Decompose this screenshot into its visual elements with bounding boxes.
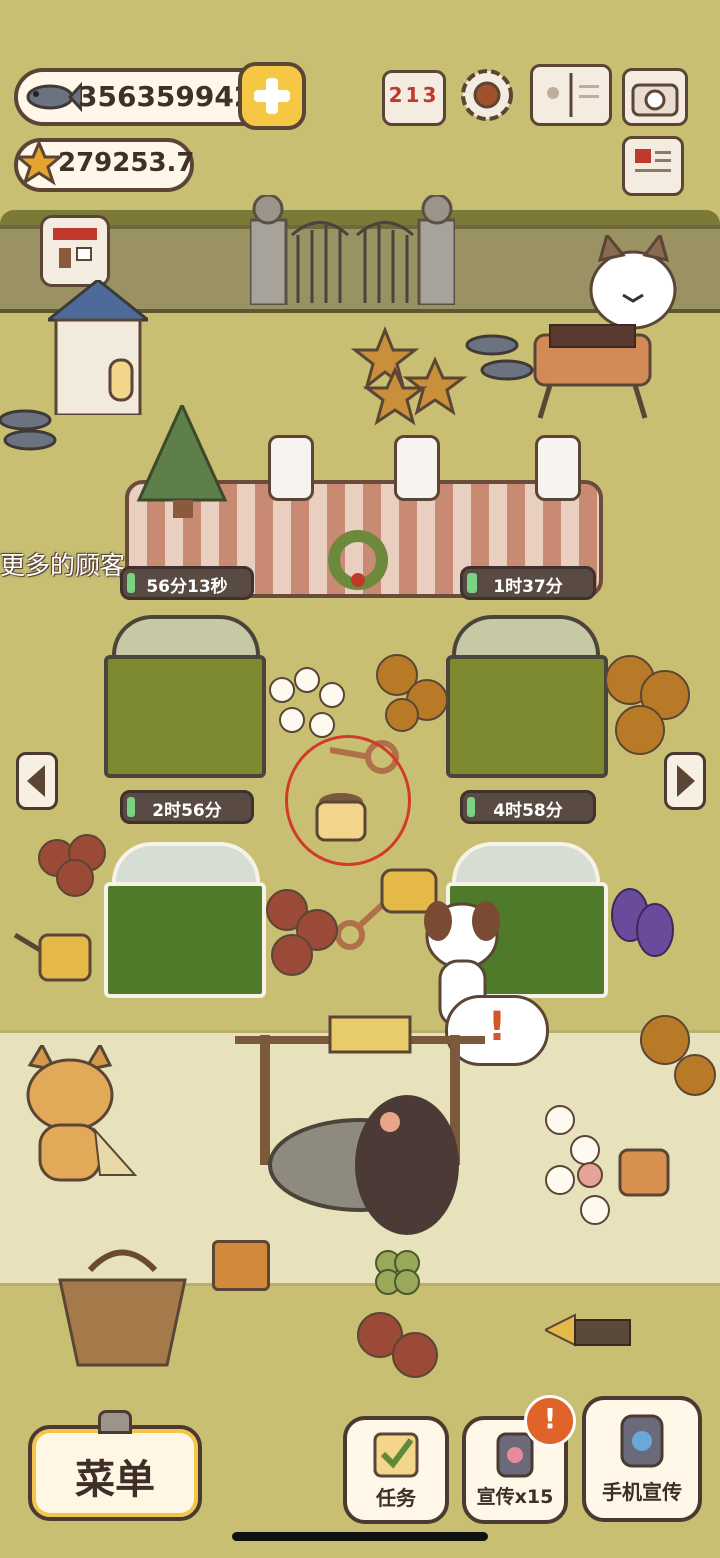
scroll-left-button[interactable] <box>16 752 58 810</box>
milk-jar <box>535 435 581 501</box>
clipboard-clip <box>98 1410 132 1434</box>
red-circle-annotation <box>285 735 411 866</box>
plus-icon <box>254 78 290 114</box>
timer-label: 1时37分 <box>493 577 563 597</box>
wicker-basket[interactable] <box>55 1240 190 1370</box>
chef-cat[interactable] <box>585 231 680 330</box>
tower-house <box>43 278 153 417</box>
checklist-icon <box>373 1432 419 1478</box>
shop-icon <box>53 228 97 268</box>
firework-rocket[interactable] <box>542 1305 640 1365</box>
notification-badge: ! <box>524 1395 576 1447</box>
christmas-tree <box>135 401 230 520</box>
fish-count: 356359942 <box>78 80 254 113</box>
scroll-right-button[interactable] <box>664 752 706 810</box>
sunflower-patch <box>372 650 452 735</box>
star-cookie-pile[interactable] <box>345 320 475 430</box>
customer-text: 更多的顾客 <box>0 551 126 580</box>
cocoa-patch <box>35 828 115 898</box>
arrow-left-icon <box>27 765 45 797</box>
star-currency: 279253.7 <box>13 138 195 192</box>
long-haired-customer[interactable] <box>352 1090 462 1235</box>
milk-jar <box>394 435 440 501</box>
add-currency-button[interactable] <box>238 62 306 130</box>
greenhouse-top-right[interactable] <box>446 655 608 778</box>
timer-label: 2时56分 <box>152 801 222 821</box>
milk-jar <box>268 435 314 501</box>
menu-button[interactable]: 菜单 <box>28 1425 202 1521</box>
book-icon <box>547 73 599 117</box>
sunflower-patch <box>600 650 695 760</box>
lavender-patch <box>605 885 680 970</box>
cat-book-button[interactable] <box>530 64 612 126</box>
menu-label: 菜单 <box>75 1457 155 1503</box>
camera-button[interactable] <box>622 68 688 126</box>
wreath <box>328 530 388 590</box>
podium-icon: 213 <box>388 83 440 107</box>
ranking-button[interactable]: 213 <box>382 70 446 126</box>
home-indicator[interactable] <box>232 1532 488 1541</box>
newspaper-button[interactable] <box>622 136 684 196</box>
tabby-cat-customer[interactable] <box>20 1041 140 1185</box>
phone-icon <box>620 1414 664 1468</box>
phone-promo-label: 手机宣传 <box>602 1480 682 1504</box>
grill[interactable] <box>530 320 655 420</box>
timer-label: 4时58分 <box>493 801 563 821</box>
newspaper-icon <box>635 149 671 172</box>
timer-greenhouse-left: 2时56分 <box>120 790 254 824</box>
settings-button[interactable] <box>458 66 516 124</box>
star-count: 279253.7 <box>58 148 195 178</box>
flower-patch-right <box>530 1010 720 1255</box>
timer-label: 56分13秒 <box>146 577 228 597</box>
greenhouse-top-left[interactable] <box>104 655 266 778</box>
fish-icon <box>22 74 84 124</box>
star-icon <box>13 139 65 190</box>
timer-greenhouse-right: 4时58分 <box>460 790 596 824</box>
watering-can[interactable] <box>10 920 105 985</box>
arrow-right-icon <box>677 765 695 797</box>
cocoa-patch <box>350 1300 450 1395</box>
timer-picnic-right: 1时37分 <box>460 566 596 600</box>
clover-icon <box>370 1245 425 1305</box>
garden-gate[interactable] <box>248 193 457 307</box>
fish-pile-left <box>0 400 60 460</box>
gift-box[interactable] <box>212 1240 270 1291</box>
phone-promo-button[interactable]: 手机宣传 <box>582 1396 702 1522</box>
camera-icon <box>631 83 679 117</box>
tasks-button[interactable]: 任务 <box>343 1416 449 1524</box>
exclamation-icon: ! <box>543 1402 557 1435</box>
greenhouse-bottom-left[interactable] <box>104 882 266 998</box>
cocoa-patch <box>262 885 342 985</box>
shop-button[interactable] <box>40 215 110 287</box>
timer-picnic-left: 56分13秒 <box>120 566 254 600</box>
gear-icon <box>461 69 513 121</box>
promo-label: 宣传x15 <box>476 1486 554 1508</box>
tasks-label: 任务 <box>376 1486 416 1510</box>
fish-pile <box>462 325 542 395</box>
